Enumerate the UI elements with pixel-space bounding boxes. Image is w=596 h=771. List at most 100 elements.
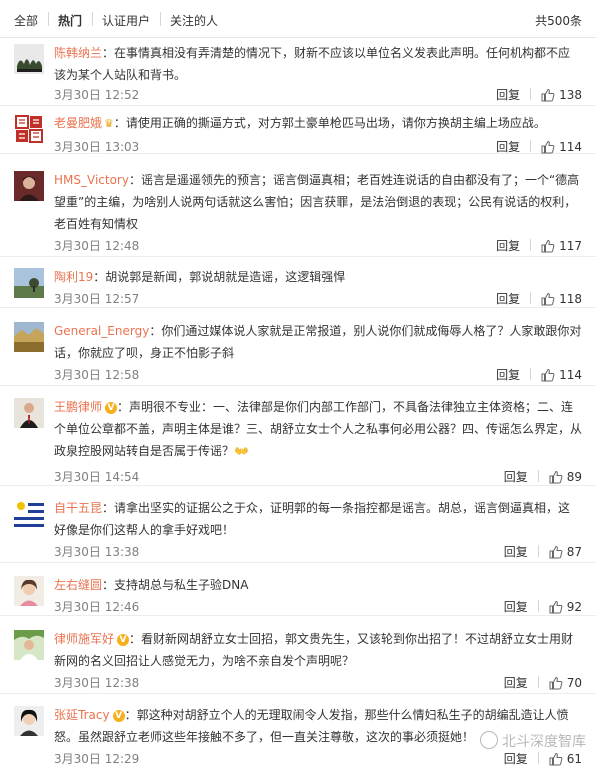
action-divider bbox=[530, 239, 532, 251]
comment-date: 3月30日 12:48 bbox=[54, 239, 140, 253]
thumbs-up-icon bbox=[541, 368, 555, 382]
like-count: 118 bbox=[559, 292, 582, 306]
comment-content: General_Energy：你们通过媒体说人家就是正常报道，别人说你们就成侮辱… bbox=[54, 320, 582, 364]
username-link[interactable]: 老曼肥娥 bbox=[54, 116, 102, 130]
comment-text: ：声明很不专业：一、法律部是你们内部工作部门，不具备法律独立主体资格；二、连个单… bbox=[54, 400, 583, 458]
like-button[interactable]: 118 bbox=[541, 292, 582, 306]
like-button[interactable]: 87 bbox=[549, 545, 582, 559]
like-count: 114 bbox=[559, 368, 582, 382]
comment-date: 3月30日 14:54 bbox=[54, 470, 140, 484]
comment-content: 陈韩纳兰：在事情真相没有弄清楚的情况下，财新不应该以单位名义发表此声明。任何机构… bbox=[54, 42, 582, 86]
comment-content: 王鹏律师 V ：声明很不专业：一、法律部是你们内部工作部门，不具备法律独立主体资格；… bbox=[54, 396, 582, 462]
tab-all[interactable]: 全部 bbox=[14, 12, 38, 29]
comment-content: 老曼肥娥 ♛：请使用正确的撕逼方式，对方郭土豪单枪匹马出场，请你方换胡主编上场应战… bbox=[54, 112, 582, 135]
suit-avatar[interactable] bbox=[14, 398, 44, 428]
action-divider bbox=[537, 752, 539, 764]
thumbs-up-icon bbox=[541, 88, 555, 102]
username-link[interactable]: 自干五昆 bbox=[54, 501, 102, 515]
comment-item: 王鹏律师 V ：声明很不专业：一、法律部是你们内部工作部门，不具备法律独立主体资格；… bbox=[0, 398, 596, 486]
thumbs-up-icon bbox=[541, 292, 555, 306]
landscape-avatar[interactable] bbox=[14, 268, 44, 298]
comment-date: 3月30日 12:29 bbox=[54, 752, 140, 766]
action-divider bbox=[530, 368, 532, 380]
verified-badge-icon: V bbox=[112, 710, 125, 722]
flag-avatar[interactable] bbox=[14, 499, 44, 529]
thumbs-up-icon bbox=[549, 470, 563, 484]
comment-text: ：支持胡总与私生子验DNA bbox=[102, 578, 249, 592]
like-button[interactable]: 114 bbox=[541, 140, 582, 154]
username-link[interactable]: 陈韩纳兰 bbox=[54, 46, 102, 60]
watermark-logo-icon bbox=[480, 731, 498, 749]
tab-verified-users[interactable]: 认证用户 bbox=[102, 12, 150, 29]
comment-actions: 回复 117 bbox=[496, 237, 582, 254]
reply-button[interactable]: 回复 bbox=[496, 290, 520, 307]
reply-button[interactable]: 回复 bbox=[496, 237, 520, 254]
red-seal-avatar[interactable] bbox=[14, 114, 44, 144]
like-count: 70 bbox=[566, 676, 582, 690]
comment-actions: 回复 70 bbox=[504, 674, 582, 691]
comment-text: ：看财新网胡舒立女士回招，郭文贵先生，又该轮到你出招了！不过胡舒立女士用财新网的… bbox=[54, 632, 574, 668]
comment-content: 陶利19：胡说郭是新闻，郭说胡就是造谣，这逻辑强悍 bbox=[54, 266, 582, 288]
woman-avatar[interactable] bbox=[14, 706, 44, 736]
comment-total-count: 共500条 bbox=[535, 14, 582, 28]
crown-icon: ♛ bbox=[104, 117, 114, 130]
username-link[interactable]: 王鹏律师 bbox=[54, 400, 102, 414]
comment-text: ：谣言是遥遥领先的预言；谣言倒逼真相；老百姓连说话的自由都没有了；一个“德高望重… bbox=[54, 173, 580, 231]
tab-divider bbox=[92, 12, 93, 26]
reply-button[interactable]: 回复 bbox=[496, 86, 520, 103]
comment-filter-tabs: 全部 热门 认证用户 关注的人 共500条 bbox=[0, 0, 596, 38]
shrubs-avatar[interactable] bbox=[14, 44, 44, 74]
comment-date: 3月30日 13:03 bbox=[54, 140, 140, 154]
like-count: 138 bbox=[559, 88, 582, 102]
field-avatar[interactable] bbox=[14, 322, 44, 352]
comment-actions: 回复 118 bbox=[496, 290, 582, 307]
like-button[interactable]: 70 bbox=[549, 676, 582, 690]
comment-actions: 回复 114 bbox=[496, 138, 582, 155]
like-button[interactable]: 89 bbox=[549, 470, 582, 484]
comment-date: 3月30日 12:38 bbox=[54, 676, 140, 690]
action-divider bbox=[537, 600, 539, 612]
like-count: 117 bbox=[559, 239, 582, 253]
comment-content: 左右缝圆：支持胡总与私生子验DNA bbox=[54, 574, 582, 596]
watermark: 北斗深度智库 bbox=[480, 731, 586, 751]
outdoor-avatar[interactable] bbox=[14, 630, 44, 660]
thumbs-up-icon bbox=[549, 752, 563, 766]
comment-text: ：胡说郭是新闻，郭说胡就是造谣，这逻辑强悍 bbox=[93, 270, 346, 284]
reply-button[interactable]: 回复 bbox=[504, 468, 528, 485]
portrait-avatar[interactable] bbox=[14, 171, 44, 201]
like-count: 92 bbox=[566, 600, 582, 614]
like-button[interactable]: 92 bbox=[549, 600, 582, 614]
comment-item: 自干五昆：请拿出坚实的证据公之于众，证明郭的每一条指控都是谣言。胡总，谣言倒逼真… bbox=[0, 499, 596, 563]
comment-date: 3月30日 12:57 bbox=[54, 292, 140, 306]
username-link[interactable]: HMS_Victory bbox=[54, 173, 129, 187]
reply-button[interactable]: 回复 bbox=[504, 543, 528, 560]
tab-hot[interactable]: 热门 bbox=[58, 12, 82, 29]
like-button[interactable]: 61 bbox=[549, 752, 582, 766]
username-link[interactable]: General_Energy bbox=[54, 324, 149, 338]
comment-text: ：请使用正确的撕逼方式，对方郭土豪单枪匹马出场，请你方换胡主编上场应战。 bbox=[113, 116, 546, 130]
comment-item: 律师施军好 V ：看财新网胡舒立女士回招，郭文贵先生，又该轮到你出招了！不过胡舒立女… bbox=[0, 630, 596, 694]
girl-avatar[interactable] bbox=[14, 576, 44, 606]
username-link[interactable]: 张延Tracy bbox=[54, 708, 110, 722]
comment-item: HMS_Victory：谣言是遥遥领先的预言；谣言倒逼真相；老百姓连说话的自由都… bbox=[0, 171, 596, 257]
tab-following[interactable]: 关注的人 bbox=[170, 12, 218, 29]
reply-button[interactable]: 回复 bbox=[496, 366, 520, 383]
comment-text: ：请拿出坚实的证据公之于众，证明郭的每一条指控都是谣言。胡总，谣言倒逼真相，这好… bbox=[54, 501, 571, 537]
like-button[interactable]: 117 bbox=[541, 239, 582, 253]
reply-button[interactable]: 回复 bbox=[504, 750, 528, 767]
reply-button[interactable]: 回复 bbox=[496, 138, 520, 155]
verified-badge-icon: V bbox=[117, 634, 130, 646]
comment-item: 左右缝圆：支持胡总与私生子验DNA 3月30日 12:46 回复 92 bbox=[0, 576, 596, 616]
like-button[interactable]: 138 bbox=[541, 88, 582, 102]
comment-actions: 回复 138 bbox=[496, 86, 582, 103]
username-link[interactable]: 律师施军好 bbox=[54, 632, 114, 646]
reply-button[interactable]: 回复 bbox=[504, 598, 528, 615]
comment-content: 律师施军好 V ：看财新网胡舒立女士回招，郭文贵先生，又该轮到你出招了！不过胡舒立女… bbox=[54, 628, 582, 672]
like-button[interactable]: 114 bbox=[541, 368, 582, 382]
comment-date: 3月30日 12:58 bbox=[54, 368, 140, 382]
comment-date: 3月30日 12:52 bbox=[54, 88, 140, 102]
reply-button[interactable]: 回复 bbox=[504, 674, 528, 691]
username-link[interactable]: 陶利19 bbox=[54, 270, 93, 284]
comment-item: 陶利19：胡说郭是新闻，郭说胡就是造谣，这逻辑强悍 3月30日 12:57 回复… bbox=[0, 268, 596, 308]
username-link[interactable]: 左右缝圆 bbox=[54, 578, 102, 592]
